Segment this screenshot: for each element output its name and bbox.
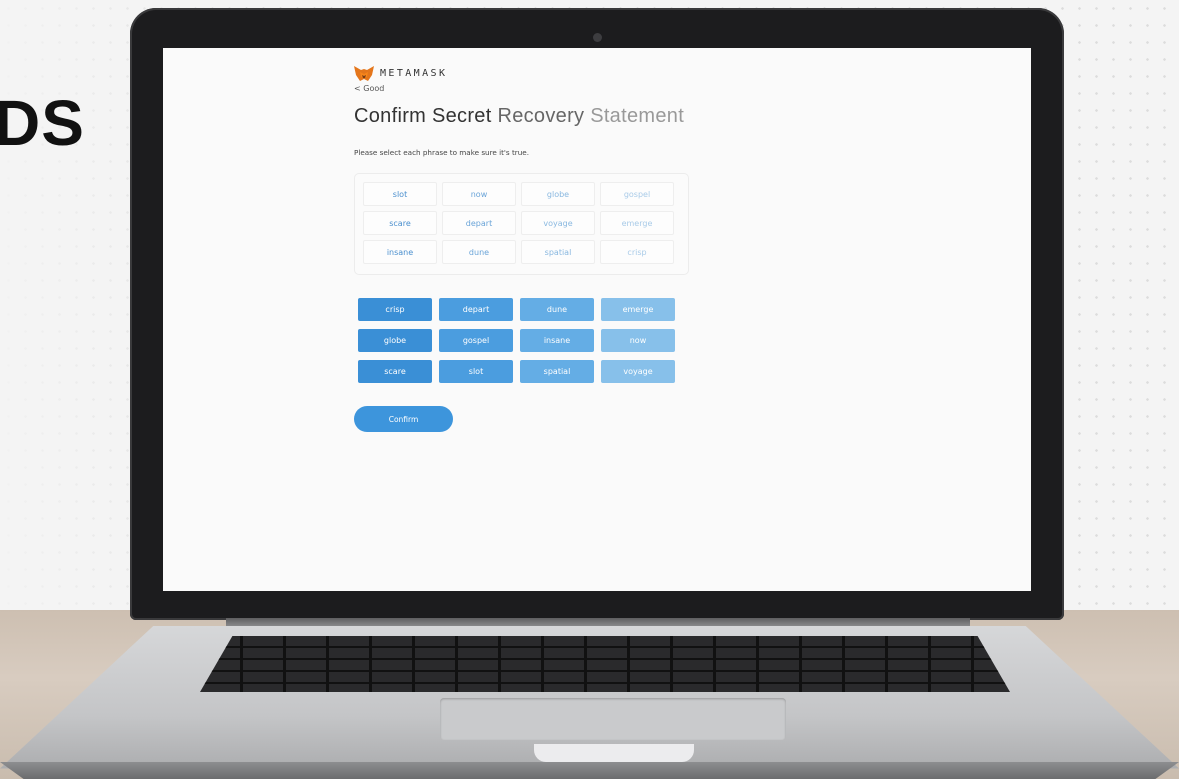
word-choice-button[interactable]: gospel [439,329,513,352]
word-choice-button[interactable]: spatial [520,360,594,383]
webcam-icon [593,33,602,42]
confirm-button[interactable]: Confirm [354,406,453,432]
fox-icon [354,66,374,81]
word-choice-button[interactable]: now [601,329,675,352]
word-choice-button[interactable]: crisp [358,298,432,321]
laptop-screen: METAMASK < Good Confirm Secret Recovery … [163,48,1031,591]
selected-words-grid: slot now globe gospel scare depart voyage emerg… [363,182,674,264]
instruction-text: Please select each phrase to make sure i… [354,148,529,157]
selected-word-slot[interactable]: scare [363,211,437,235]
word-choice-button[interactable]: emerge [601,298,675,321]
selected-word-slot[interactable]: spatial [521,240,595,264]
word-choice-button[interactable]: depart [439,298,513,321]
selected-words-box: slot now globe gospel scare depart voyage emerg… [354,173,689,275]
word-choice-button[interactable]: voyage [601,360,675,383]
app-header: METAMASK [354,66,447,81]
selected-word-slot[interactable]: emerge [600,211,674,235]
laptop-front-notch [534,744,694,762]
keyboard [200,636,1010,692]
selected-word-slot[interactable]: slot [363,182,437,206]
headline-fragment: DS [0,87,85,159]
selected-word-slot[interactable]: crisp [600,240,674,264]
selected-word-slot[interactable]: insane [363,240,437,264]
word-choice-button[interactable]: slot [439,360,513,383]
selected-word-slot[interactable]: now [442,182,516,206]
back-link[interactable]: < Good [354,84,384,93]
trackpad [440,698,786,740]
word-choice-button[interactable]: globe [358,329,432,352]
laptop-front-edge [0,762,1179,779]
brand-wordmark: METAMASK [380,68,448,79]
title-part: Statement [590,105,685,127]
selected-word-slot[interactable]: dune [442,240,516,264]
word-choice-button[interactable]: scare [358,360,432,383]
selected-word-slot[interactable]: gospel [600,182,674,206]
word-choice-button[interactable]: dune [520,298,594,321]
page-title: Confirm Secret Recovery Statement [354,105,684,128]
selected-word-slot[interactable]: globe [521,182,595,206]
word-choice-button[interactable]: insane [520,329,594,352]
selected-word-slot[interactable]: voyage [521,211,595,235]
word-choices-grid: crisp depart dune emerge globe gospel insane no… [358,298,675,383]
title-part: Secret [431,105,492,127]
selected-word-slot[interactable]: depart [442,211,516,235]
title-part: Recovery [497,105,585,127]
title-part: Confirm [354,105,427,127]
